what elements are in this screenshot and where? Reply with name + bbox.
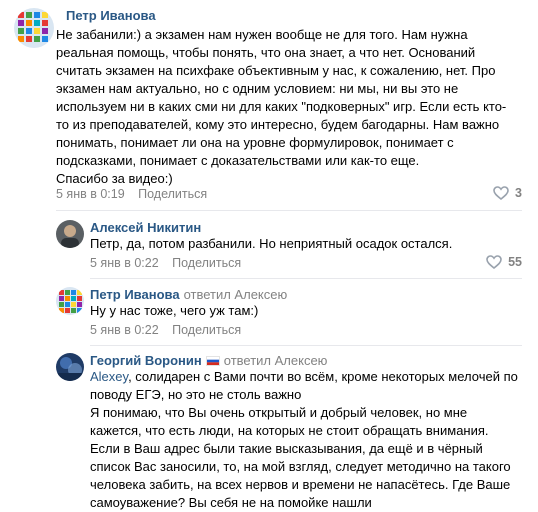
comment-date[interactable]: 5 янв в 0:22 [90,256,159,270]
author-name[interactable]: Алексей Никитин [90,220,201,235]
comment-text: Не забанили:) а экзамен нам нужен вообще… [56,27,507,186]
comment-text: Ну у нас тоже, чего уж там:) [90,303,259,318]
share-button[interactable]: Поделиться [172,256,241,270]
like-button[interactable]: 3 [493,186,522,200]
heart-icon [493,186,509,200]
like-button[interactable]: 55 [486,255,522,269]
comment-text: Alexey, солидарен с Вами почти во всём, … [90,369,518,510]
avatar[interactable] [56,353,84,381]
russia-flag-icon [205,356,220,366]
heart-icon [486,255,502,269]
divider [90,345,522,346]
author-line: Алексей Никитин [90,220,201,236]
comment-meta: 5 янв в 0:19 Поделиться [56,186,207,202]
author-name[interactable]: Петр Иванова [66,8,156,23]
avatar[interactable] [56,287,84,315]
author-name[interactable]: Георгий Воронин [90,353,202,368]
divider [56,210,522,211]
replied-to[interactable]: ответил Алексею [184,287,288,302]
addressee-link[interactable]: Alexey [90,369,128,384]
comment-meta: 5 янв в 0:22 Поделиться [90,322,241,338]
comment-meta: 5 янв в 0:22 Поделиться [90,255,241,271]
avatar[interactable] [56,220,84,248]
comment-date[interactable]: 5 янв в 0:22 [90,323,159,337]
share-button[interactable]: Поделиться [172,323,241,337]
like-count: 3 [515,186,522,200]
author-line: Петр Иванова [66,8,156,24]
comment-date[interactable]: 5 янв в 0:19 [56,187,125,201]
author-line: Петр Иванова ответил Алексею [90,287,287,303]
divider [90,278,522,279]
like-count: 55 [508,255,522,269]
author-line: Георгий Воронин ответил Алексею [90,353,327,369]
author-name[interactable]: Петр Иванова [90,287,180,302]
replied-to[interactable]: ответил Алексею [224,353,328,368]
share-button[interactable]: Поделиться [138,187,207,201]
comment-text: Петр, да, потом разбанили. Но неприятный… [90,236,453,251]
avatar[interactable] [14,8,54,48]
